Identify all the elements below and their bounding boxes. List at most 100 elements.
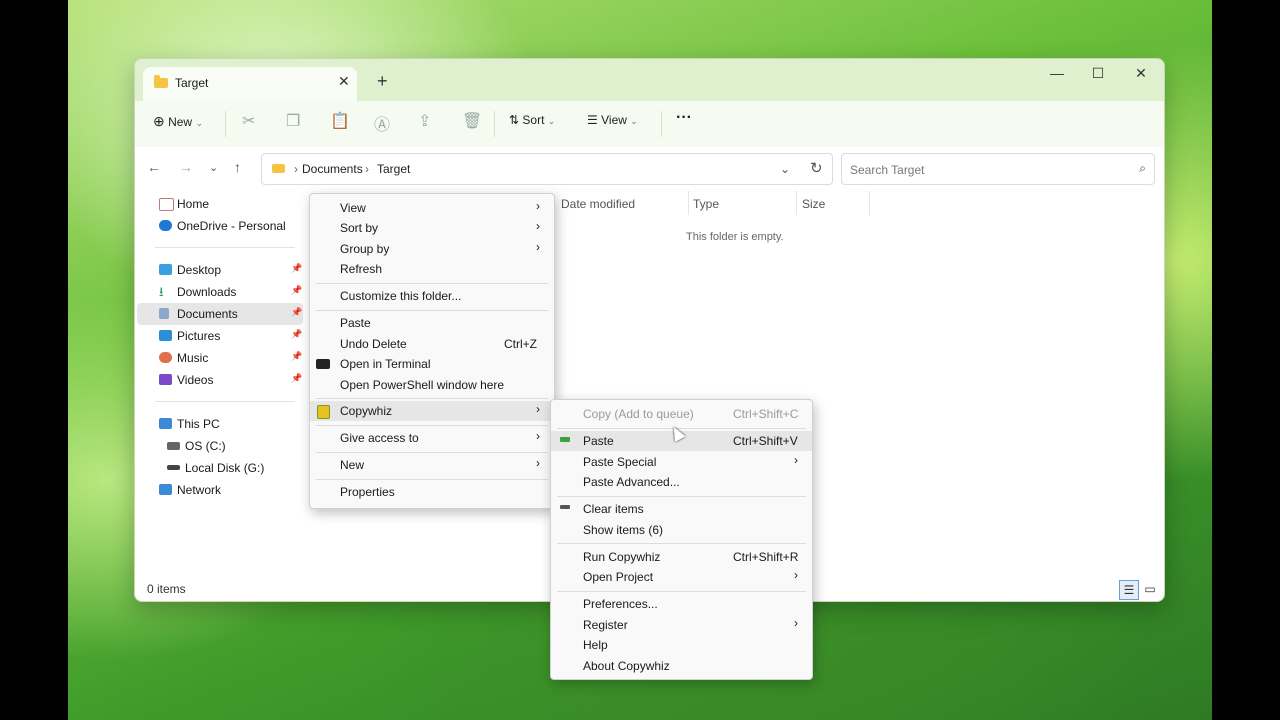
home-icon — [159, 198, 174, 211]
sidebar-item-home[interactable]: Home — [137, 193, 303, 215]
menu-item-open-powershell[interactable]: Open PowerShell window here — [310, 375, 554, 395]
pin-icon[interactable]: 📌 — [291, 263, 302, 274]
breadcrumb-chevron-icon[interactable]: › — [294, 162, 298, 176]
recent-chevron-icon[interactable]: ⌄ — [209, 161, 218, 174]
menu-separator — [316, 479, 548, 480]
sidebar-label: Downloads — [177, 285, 237, 299]
pin-icon[interactable]: 📌 — [291, 329, 302, 340]
menu-item-paste[interactable]: Paste — [310, 313, 554, 333]
pin-icon[interactable]: 📌 — [291, 351, 302, 362]
network-icon — [159, 484, 172, 495]
column-header-type[interactable]: Type — [693, 197, 719, 211]
tab-target[interactable]: Target ✕ — [143, 67, 357, 101]
menu-separator — [557, 543, 806, 544]
rename-icon[interactable]: Ⓐ — [374, 111, 390, 135]
breadcrumb-documents[interactable]: Documents — [302, 162, 363, 176]
sidebar-item-pictures[interactable]: Pictures 📌 — [137, 325, 303, 347]
details-view-button[interactable]: ☰ — [1119, 580, 1139, 600]
copy-icon[interactable]: ❐ — [286, 111, 300, 131]
clear-icon — [560, 505, 570, 509]
menu-separator — [557, 496, 806, 497]
forward-arrow-icon[interactable]: → — [179, 159, 193, 175]
tiles-view-button[interactable]: ▭ — [1141, 580, 1159, 598]
pin-icon[interactable]: 📌 — [291, 285, 302, 296]
submenu-item-help[interactable]: Help — [551, 635, 812, 655]
menu-separator — [557, 591, 806, 592]
chevron-down-icon: ⌄ — [547, 116, 556, 126]
more-options-button[interactable]: ··· — [676, 109, 692, 127]
column-divider[interactable] — [796, 191, 797, 215]
address-dropdown-icon[interactable]: ⌄ — [780, 162, 790, 176]
breadcrumb-chevron-icon[interactable]: › — [365, 162, 369, 176]
plus-circle-icon: ⊕ — [153, 113, 165, 129]
menu-separator — [316, 425, 548, 426]
menu-item-sort-by[interactable]: Sort by › — [310, 218, 554, 238]
column-header-date[interactable]: Date modified — [561, 197, 635, 211]
sidebar-item-thispc[interactable]: This PC — [137, 413, 303, 435]
view-icon: ☰ — [587, 113, 598, 127]
sidebar-item-downloads[interactable]: ⭳ Downloads 📌 — [137, 281, 303, 303]
column-header-size[interactable]: Size — [802, 197, 825, 211]
close-window-button[interactable]: ✕ — [1131, 65, 1151, 82]
close-tab-icon[interactable]: ✕ — [338, 73, 350, 90]
submenu-item-paste-advanced[interactable]: Paste Advanced... — [551, 472, 812, 492]
view-button[interactable]: ☰ View ⌄ — [587, 113, 638, 127]
menu-item-view[interactable]: View › — [310, 198, 554, 218]
delete-icon[interactable]: 🗑 — [462, 111, 482, 131]
maximize-button[interactable]: ☐ — [1088, 65, 1108, 82]
submenu-item-open-project[interactable]: Open Project › — [551, 567, 812, 587]
column-divider[interactable] — [869, 191, 870, 215]
menu-separator — [316, 452, 548, 453]
menu-label: Customize this folder... — [340, 289, 462, 303]
sidebar-item-osc[interactable]: OS (C:) — [137, 435, 303, 457]
sidebar-item-music[interactable]: Music 📌 — [137, 347, 303, 369]
new-tab-button[interactable]: + — [377, 71, 388, 92]
menu-item-group-by[interactable]: Group by › — [310, 239, 554, 259]
menu-item-open-terminal[interactable]: Open in Terminal — [310, 354, 554, 374]
new-button[interactable]: ⊕ New ⌄ — [153, 113, 203, 130]
menu-item-give-access[interactable]: Give access to › — [310, 428, 554, 448]
address-bar[interactable]: › Documents › Target ⌄ ↻ — [261, 153, 833, 185]
menu-item-copywhiz[interactable]: Copywhiz › — [310, 401, 554, 421]
submenu-item-paste-special[interactable]: Paste Special › — [551, 452, 812, 472]
cut-icon[interactable]: ✂ — [242, 111, 255, 131]
sidebar-label: Videos — [177, 373, 214, 387]
menu-label: View — [340, 201, 366, 215]
menu-item-refresh[interactable]: Refresh — [310, 259, 554, 279]
back-arrow-icon[interactable]: ← — [147, 159, 161, 175]
sidebar-label: Desktop — [177, 263, 222, 277]
column-divider[interactable] — [688, 191, 689, 215]
submenu-item-preferences[interactable]: Preferences... — [551, 594, 812, 614]
refresh-icon[interactable]: ↻ — [810, 159, 823, 177]
menu-item-customize[interactable]: Customize this folder... — [310, 286, 554, 306]
pin-icon[interactable]: 📌 — [291, 307, 302, 318]
breadcrumb-target[interactable]: Target — [377, 162, 410, 176]
submenu-item-register[interactable]: Register › — [551, 615, 812, 635]
submenu-item-clear-items[interactable]: Clear items — [551, 499, 812, 519]
sort-button[interactable]: ⇅ Sort ⌄ — [509, 113, 555, 127]
sidebar-item-documents[interactable]: Documents 📌 — [137, 303, 303, 325]
submenu-arrow-icon: › — [536, 429, 540, 443]
item-count: 0 items — [147, 582, 186, 596]
menu-item-undo-delete[interactable]: Undo Delete Ctrl+Z — [310, 334, 554, 354]
menu-item-properties[interactable]: Properties — [310, 482, 554, 502]
sidebar-item-desktop[interactable]: Desktop 📌 — [137, 259, 303, 281]
share-icon[interactable]: ⇪ — [418, 111, 431, 131]
submenu-item-about[interactable]: About Copywhiz — [551, 656, 812, 676]
minimize-button[interactable]: — — [1047, 65, 1067, 81]
sidebar-item-network[interactable]: Network — [137, 479, 303, 501]
submenu-item-show-items[interactable]: Show items (6) — [551, 520, 812, 540]
sidebar-item-videos[interactable]: Videos 📌 — [137, 369, 303, 391]
submenu-arrow-icon: › — [536, 402, 540, 416]
paste-icon[interactable]: 📋 — [330, 111, 350, 131]
sidebar-item-localg[interactable]: Local Disk (G:) — [137, 457, 303, 479]
up-arrow-icon[interactable]: ↑ — [234, 159, 241, 175]
menu-label: Show items (6) — [583, 523, 664, 537]
submenu-item-run-copywhiz[interactable]: Run Copywhiz Ctrl+Shift+R — [551, 547, 812, 567]
pin-icon[interactable]: 📌 — [291, 373, 302, 384]
submenu-item-copy-queue[interactable]: Copy (Add to queue) Ctrl+Shift+C — [551, 404, 812, 424]
menu-item-new[interactable]: New › — [310, 455, 554, 475]
search-box[interactable]: Search Target ⌕ — [841, 153, 1155, 185]
menu-label: Give access to — [340, 431, 419, 445]
sidebar-item-onedrive[interactable]: OneDrive - Personal — [137, 215, 303, 237]
